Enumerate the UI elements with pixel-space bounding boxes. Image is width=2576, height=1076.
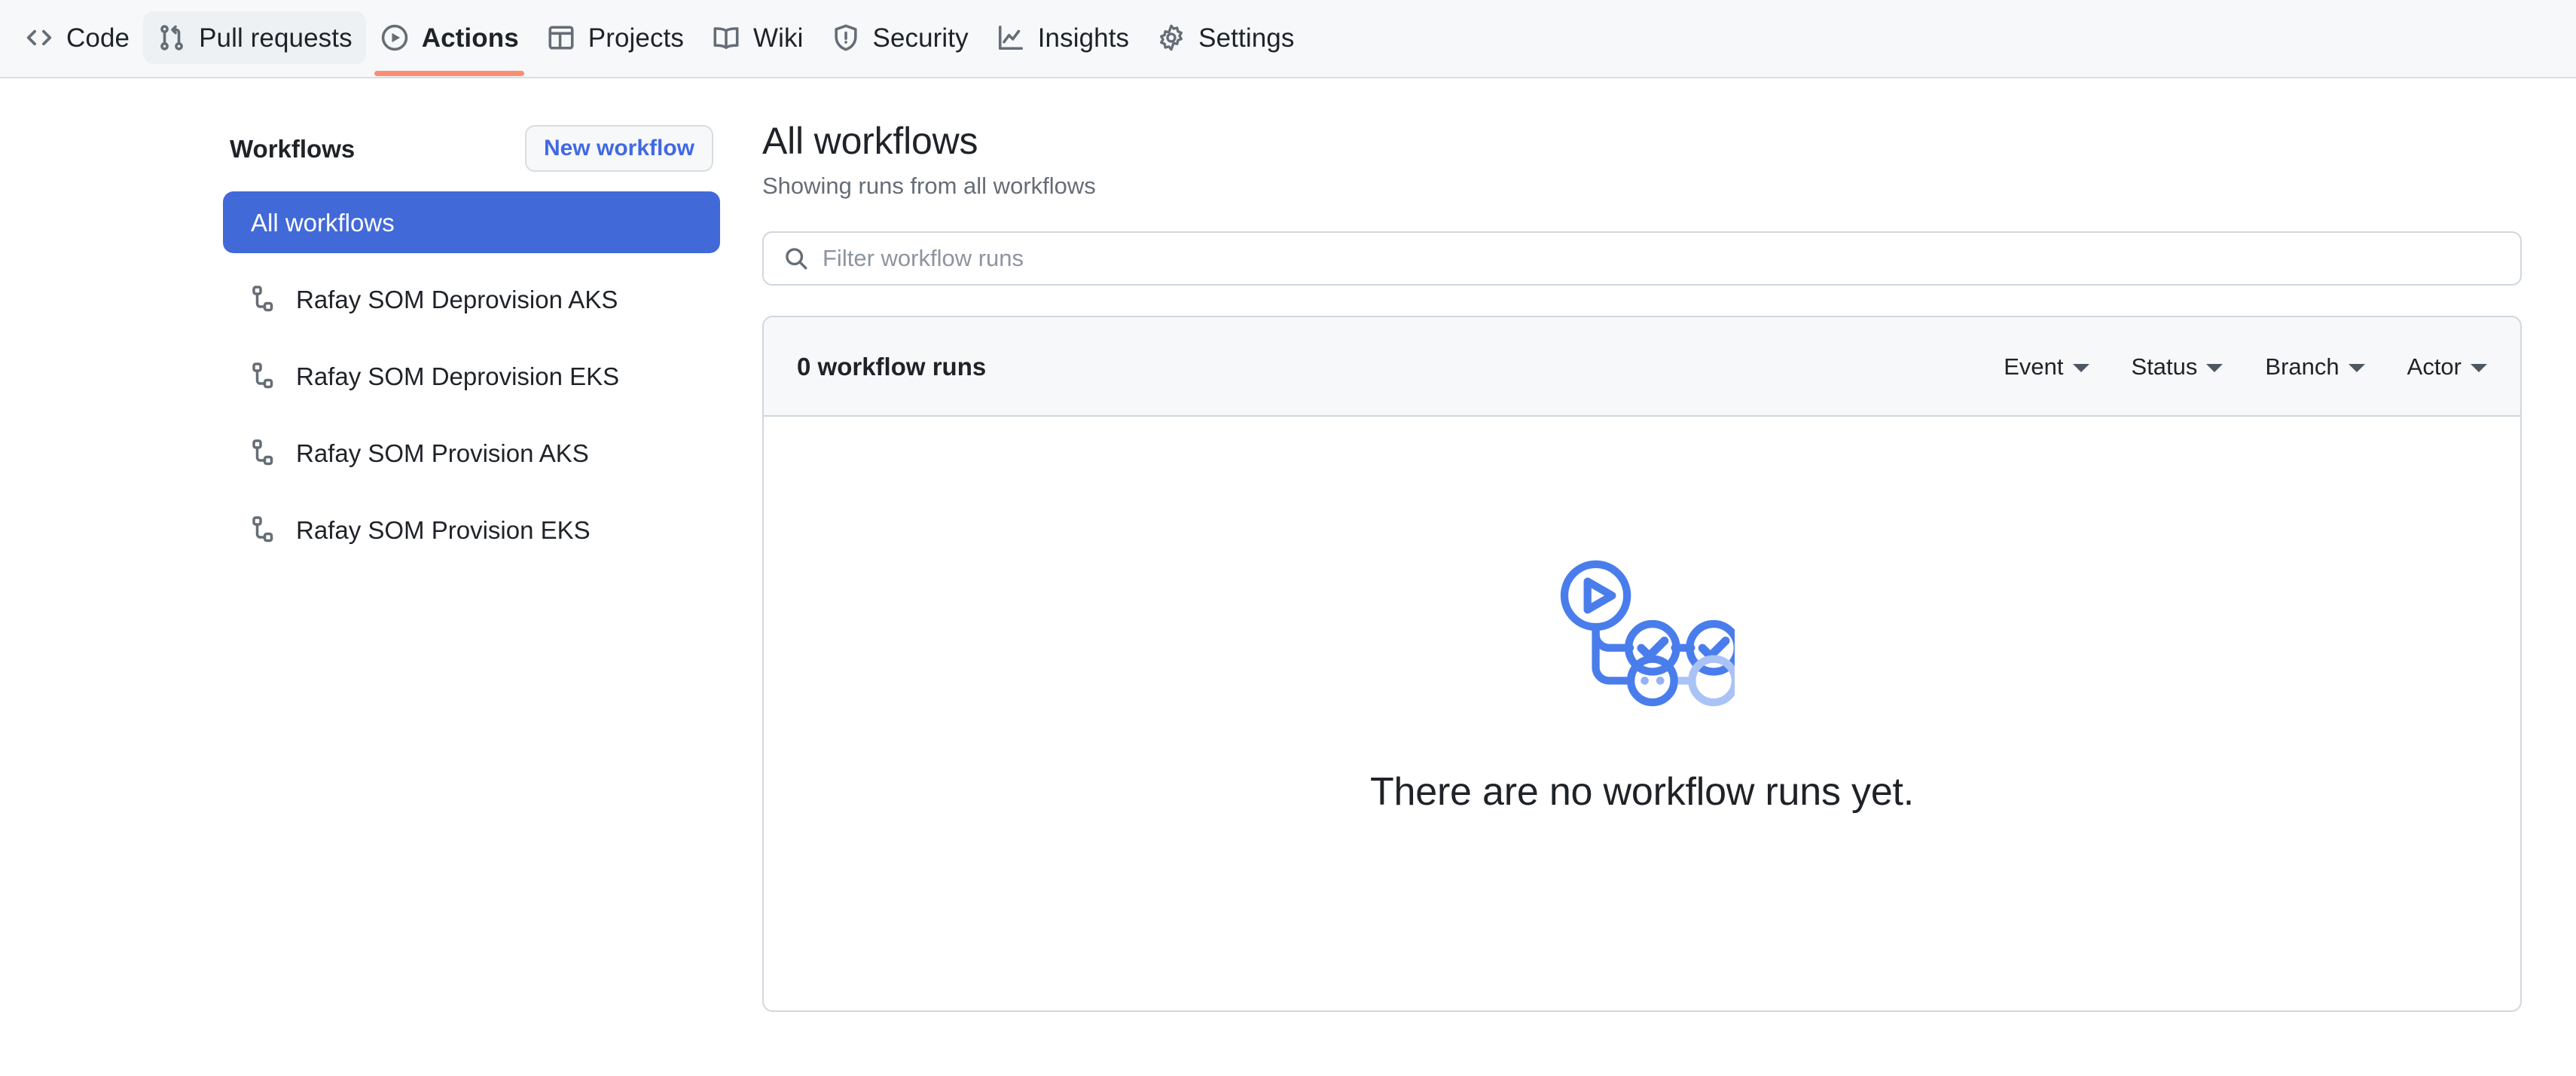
nav-item-pull-requests[interactable]: Pull requests bbox=[143, 11, 366, 64]
branch-filter-dropdown[interactable]: Branch bbox=[2265, 353, 2365, 380]
nav-item-label: Pull requests bbox=[199, 23, 353, 53]
nav-item-label: Insights bbox=[1037, 23, 1130, 53]
code-icon bbox=[24, 23, 54, 53]
page-body: Workflows New workflow All workflows Raf… bbox=[0, 78, 2576, 1076]
workflow-list: All workflows Rafay SOM Deprovision AKS bbox=[223, 191, 720, 561]
sidebar-item-label: All workflows bbox=[251, 208, 395, 237]
nav-item-actions[interactable]: Actions bbox=[366, 11, 533, 76]
workflow-icon bbox=[248, 360, 279, 392]
nav-item-label: Settings bbox=[1198, 23, 1295, 53]
nav-item-label: Security bbox=[872, 23, 969, 53]
search-icon bbox=[782, 244, 810, 273]
sidebar-item-label: Rafay SOM Deprovision AKS bbox=[296, 285, 618, 313]
workflows-sidebar: Workflows New workflow All workflows Raf… bbox=[223, 121, 720, 576]
chevron-down-icon bbox=[2206, 363, 2223, 372]
search-input[interactable] bbox=[764, 245, 2520, 273]
book-icon bbox=[711, 23, 741, 53]
nav-item-settings[interactable]: Settings bbox=[1143, 11, 1308, 64]
sidebar-item-rafay-som-deprovision-eks[interactable]: Rafay SOM Deprovision EKS bbox=[223, 345, 720, 407]
repo-navigation: Code Pull requests Actions Projects Wiki… bbox=[0, 0, 2576, 78]
repo-nav-list: Code Pull requests Actions Projects Wiki… bbox=[11, 6, 1308, 76]
workflow-icon bbox=[248, 514, 279, 546]
chevron-down-icon bbox=[2471, 363, 2487, 372]
filter-workflow-runs-box[interactable] bbox=[762, 231, 2522, 286]
nav-item-insights[interactable]: Insights bbox=[982, 11, 1143, 64]
play-circle-icon bbox=[380, 23, 410, 53]
gear-icon bbox=[1156, 23, 1186, 53]
status-filter-dropdown[interactable]: Status bbox=[2132, 355, 2223, 378]
nav-item-projects[interactable]: Projects bbox=[533, 11, 697, 64]
chevron-down-icon bbox=[2348, 363, 2365, 372]
nav-item-security[interactable]: Security bbox=[817, 11, 982, 64]
workflow-icon bbox=[248, 283, 279, 315]
sidebar-item-label: Rafay SOM Deprovision EKS bbox=[296, 362, 620, 390]
status-filter-label: Status bbox=[2131, 353, 2198, 380]
nav-item-label: Code bbox=[66, 23, 130, 53]
workflow-runs-card: 0 workflow runs Event Status Branch Acto… bbox=[762, 316, 2522, 1013]
table-icon bbox=[546, 23, 576, 53]
nav-item-code[interactable]: Code bbox=[11, 11, 143, 64]
page-title: All workflows bbox=[762, 120, 978, 162]
actor-filter-label: Actor bbox=[2407, 353, 2462, 380]
sidebar-item-label: Rafay SOM Provision EKS bbox=[296, 515, 591, 544]
sidebar-item-rafay-som-provision-aks[interactable]: Rafay SOM Provision AKS bbox=[223, 422, 720, 484]
event-filter-dropdown[interactable]: Event bbox=[2004, 355, 2089, 378]
actor-filter-dropdown[interactable]: Actor bbox=[2407, 355, 2487, 378]
graph-icon bbox=[996, 23, 1026, 53]
chevron-down-icon bbox=[2072, 363, 2089, 372]
workflow-runs-header: 0 workflow runs Event Status Branch Acto… bbox=[764, 317, 2520, 417]
nav-item-label: Projects bbox=[588, 23, 684, 53]
sidebar-item-all-workflows[interactable]: All workflows bbox=[223, 191, 720, 253]
git-pull-request-icon bbox=[157, 23, 187, 53]
branch-filter-label: Branch bbox=[2265, 353, 2339, 380]
nav-item-wiki[interactable]: Wiki bbox=[697, 11, 817, 64]
page-subtitle: Showing runs from all workflows bbox=[762, 173, 1096, 199]
nav-item-label: Actions bbox=[421, 23, 519, 53]
active-tab-underline bbox=[374, 71, 524, 76]
new-workflow-button[interactable]: New workflow bbox=[524, 125, 713, 172]
workflow-runs-empty-icon bbox=[1549, 551, 1741, 709]
sidebar-header: Workflows New workflow bbox=[223, 121, 720, 176]
sidebar-item-label: Rafay SOM Provision AKS bbox=[296, 439, 589, 467]
main-content: All workflows Showing runs from all work… bbox=[762, 120, 2522, 1013]
workflow-runs-empty-state: There are no workflow runs yet. bbox=[764, 417, 2520, 1010]
workflow-runs-filters: Event Status Branch Actor bbox=[2004, 355, 2487, 378]
sidebar-item-rafay-som-deprovision-aks[interactable]: Rafay SOM Deprovision AKS bbox=[223, 268, 720, 330]
empty-state-message: There are no workflow runs yet. bbox=[1369, 770, 1915, 815]
event-filter-label: Event bbox=[2004, 353, 2064, 380]
workflow-icon bbox=[248, 437, 279, 469]
sidebar-title: Workflows bbox=[230, 134, 356, 163]
nav-item-label: Wiki bbox=[753, 23, 804, 53]
shield-alert-icon bbox=[831, 23, 861, 53]
workflow-runs-count: 0 workflow runs bbox=[797, 352, 987, 381]
sidebar-item-rafay-som-provision-eks[interactable]: Rafay SOM Provision EKS bbox=[223, 499, 720, 561]
